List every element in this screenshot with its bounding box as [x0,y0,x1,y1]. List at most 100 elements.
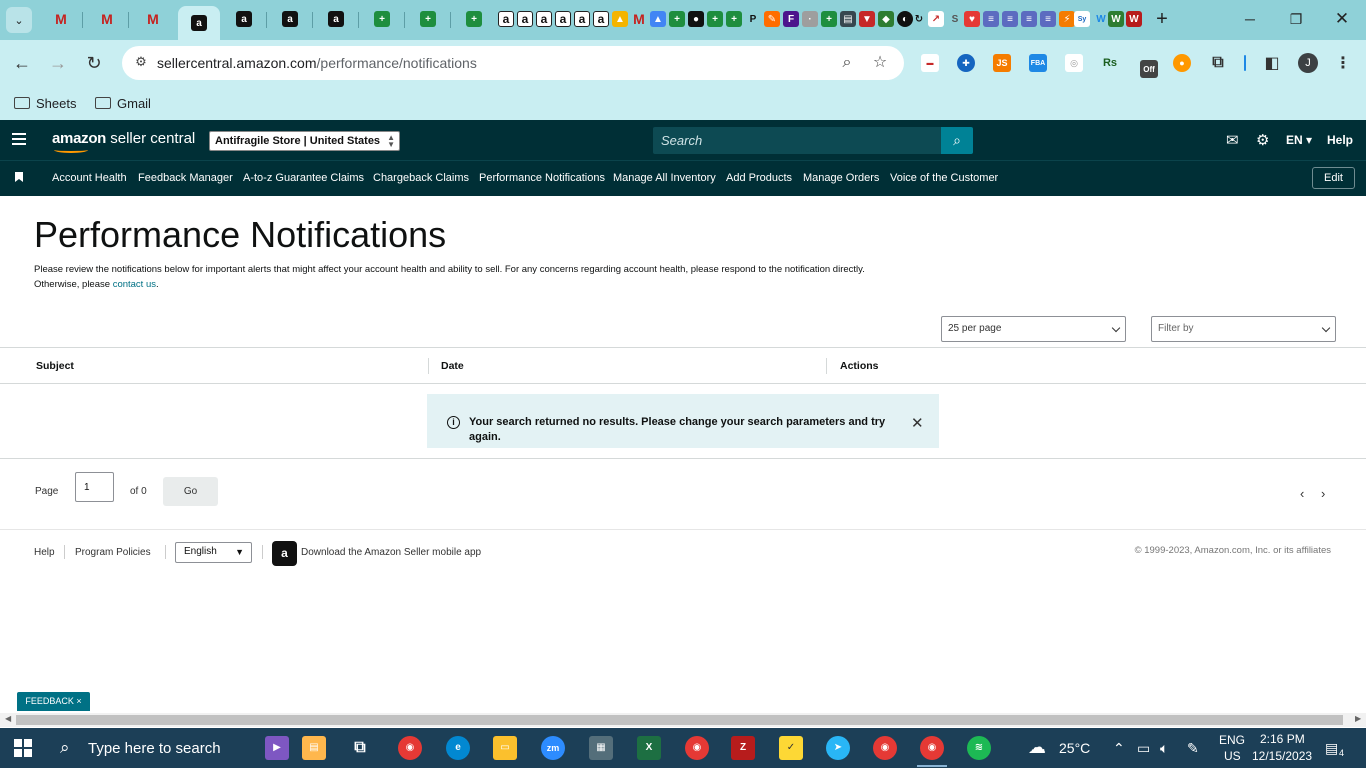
amazon-tab-icon[interactable]: a [536,11,552,27]
clock-time[interactable]: 2:16 PM [1260,732,1305,746]
vw-tab-icon[interactable]: W [1126,11,1142,27]
task-view-icon[interactable]: ⧉ [348,736,372,760]
telegram-icon[interactable]: ➤ [826,736,850,760]
volume-icon[interactable]: 🔈︎ [1160,740,1168,757]
sheets-tab-icon[interactable]: + [726,11,742,27]
sticky-notes-icon[interactable]: ✓ [779,736,803,760]
edit-nav-button[interactable]: Edit [1312,167,1355,189]
list-tab-icon[interactable]: ≡ [1040,11,1056,27]
column-subject[interactable]: Subject [36,360,74,372]
chevron-up-icon[interactable]: ⌃ [1113,740,1125,757]
app-tab-icon[interactable]: ▤ [840,11,856,27]
taskbar-search-input[interactable]: Type here to search [88,740,221,757]
nav-manage-orders[interactable]: Manage Orders [803,172,879,184]
hamburger-menu-icon[interactable] [12,133,26,145]
fedex-tab-icon[interactable]: F [783,11,799,27]
fba-extension-icon[interactable]: FBA [1029,54,1047,72]
tab-sheets-2[interactable]: + [417,8,439,30]
per-page-select[interactable]: 25 per page [941,316,1126,342]
amazon-seller-app-icon[interactable]: a [272,541,297,566]
horizontal-scrollbar[interactable]: ◀ ▶ [0,713,1366,727]
spotify-icon[interactable]: ≋ [967,736,991,760]
list-tab-icon[interactable]: ≡ [1021,11,1037,27]
language-line1[interactable]: ENG [1219,733,1245,747]
chrome-icon[interactable]: ◉ [398,736,422,760]
page-number-input[interactable] [75,472,114,502]
restore-icon[interactable]: ❐ [1284,9,1308,29]
history-tab-icon[interactable]: ↻ [911,11,927,27]
tab-gmail-1[interactable]: M [50,8,72,30]
site-info-icon[interactable]: ⚙ [132,54,150,72]
sysco-tab-icon[interactable]: Sy [1074,11,1090,27]
footer-help-link[interactable]: Help [34,547,55,558]
sheets-tab-icon[interactable]: + [707,11,723,27]
extension-icon[interactable]: ✚ [957,54,975,72]
s-tab-icon[interactable]: S [947,11,963,27]
close-icon[interactable]: ✕ [911,414,924,432]
scroll-left-icon[interactable]: ◀ [5,714,11,723]
feedback-button[interactable]: FEEDBACK × [17,692,90,711]
off-extension-icon[interactable]: Off [1140,60,1158,78]
tab-amazon-4[interactable]: a [325,8,347,30]
list-tab-icon[interactable]: ≡ [983,11,999,27]
side-panel-icon[interactable]: ◧ [1263,54,1281,72]
tab-gmail-2[interactable]: M [96,8,118,30]
amazon-tab-icon[interactable]: a [517,11,533,27]
next-page-chevron-icon[interactable]: › [1321,486,1325,501]
scroll-right-icon[interactable]: ▶ [1355,714,1361,723]
heart-tab-icon[interactable]: ♥ [964,11,980,27]
seller-central-logo[interactable]: amazon seller central [52,130,195,153]
tab-sheets-3[interactable]: + [463,8,485,30]
app-tab-icon[interactable]: ◆ [878,11,894,27]
reload-icon[interactable]: ↻ [83,52,105,74]
weather-cloud-icon[interactable]: ☁ [1028,737,1046,758]
app-tab-icon[interactable]: ▼ [859,11,875,27]
gmail-tab-icon[interactable]: M [631,11,647,27]
extension-icon[interactable]: ● [1173,54,1191,72]
search-input[interactable]: Search [653,127,941,154]
nav-chargeback-claims[interactable]: Chargeback Claims [373,172,469,184]
extensions-puzzle-icon[interactable]: ⧉ [1209,54,1227,72]
battery-icon[interactable]: ▭ [1137,740,1150,757]
column-date[interactable]: Date [441,360,464,372]
amazon-tab-icon[interactable]: a [593,11,609,27]
filter-by-select[interactable]: Filter by [1151,316,1336,342]
language-selector[interactable]: EN ▾ [1286,133,1312,147]
new-tab-plus-icon[interactable]: + [1152,9,1172,29]
contact-us-link[interactable]: contact us [113,279,156,290]
app-tab-icon[interactable]: · [802,11,818,27]
search-button[interactable]: ⌕ [941,127,973,154]
nav-manage-all-inventory[interactable]: Manage All Inventory [613,172,716,184]
zoom-app-icon[interactable]: zm [541,736,565,760]
language-line2[interactable]: US [1224,749,1241,763]
nav-add-products[interactable]: Add Products [726,172,792,184]
nav-a-to-z-claims[interactable]: A-to-z Guarantee Claims [243,172,364,184]
url-text[interactable]: sellercentral.amazon.com/performance/not… [157,55,477,71]
store-selector[interactable]: Antifragile Store | United States ▲ ▼ [209,131,400,151]
clock-date[interactable]: 12/15/2023 [1252,749,1312,763]
close-window-icon[interactable]: ✕ [1330,9,1354,29]
nav-voice-of-customer[interactable]: Voice of the Customer [890,172,998,184]
rs-extension-icon[interactable]: Rs [1101,54,1119,72]
sheets-tab-icon[interactable]: + [821,11,837,27]
tab-active-amazon[interactable]: a [178,6,220,40]
help-link[interactable]: Help [1327,133,1353,147]
weather-temp[interactable]: 25°C [1059,740,1090,756]
tab-sheets-1[interactable]: + [371,8,393,30]
excel-icon[interactable]: X [637,736,661,760]
app-tab-icon[interactable]: ↗ [928,11,944,27]
back-arrow-icon[interactable]: ← [11,52,33,74]
program-policies-link[interactable]: Program Policies [75,547,151,558]
bookmark-star-icon[interactable]: ☆ [870,53,890,73]
go-button[interactable]: Go [163,477,218,506]
w-tab-icon[interactable]: W [1108,11,1124,27]
profile-avatar[interactable]: J [1298,53,1318,73]
sheets-tab-icon[interactable]: + [669,11,685,27]
previous-page-chevron-icon[interactable]: ‹ [1300,486,1304,501]
tab-amazon-2[interactable]: a [233,8,255,30]
list-tab-icon[interactable]: ≡ [1002,11,1018,27]
footer-language-select[interactable]: English ▼ [175,542,252,563]
minimize-icon[interactable]: ─ [1238,9,1262,29]
w-tab-icon[interactable]: W [1093,11,1109,27]
app-tab-icon[interactable]: ● [688,11,704,27]
